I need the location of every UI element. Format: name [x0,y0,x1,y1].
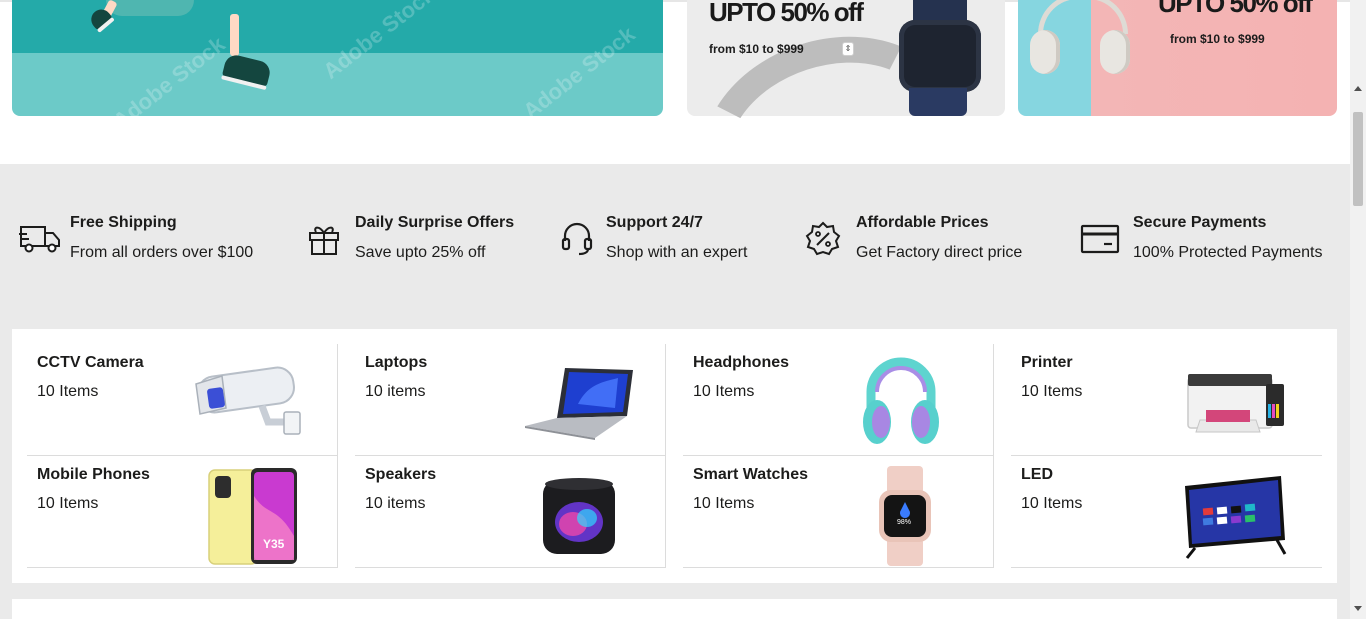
smartwatch-image [899,20,981,92]
svg-text:98%: 98% [897,519,911,526]
feature-title: Daily Surprise Offers [355,214,515,231]
category-count: 10 Items [1021,383,1083,400]
speaker-image [543,478,615,554]
feature-title: Support 24/7 [606,214,703,231]
feature-secure-payments: Secure Payments 100% Protected Payments [1070,164,1350,261]
category-count: 10 Items [693,495,755,512]
category-card-headphones[interactable]: Headphones 10 Items [683,344,994,456]
scroll-down-arrow-icon[interactable] [1354,606,1362,611]
watch-promo-title: UPTO 50% off [709,0,864,27]
category-count: 10 items [365,383,426,400]
category-grid: CCTV Camera 10 Items Laptops 10 items He… [12,329,1337,583]
truck-icon [19,226,60,253]
feature-title: Affordable Prices [856,214,989,231]
printer-image [1187,374,1284,433]
category-card-smart-watches[interactable]: Smart Watches 10 Items 98% [683,456,994,568]
scrollbar-thumb[interactable] [1353,112,1363,206]
category-count: 10 items [365,495,426,512]
feature-subtitle: Save upto 25% off [355,244,486,261]
watermark: Adobe Stock [108,31,230,116]
hero-banner[interactable]: Adobe Stock Adobe Stock Adobe Stock [12,0,663,116]
next-section-card [12,599,1337,619]
smart-watch-image: 98% [879,466,931,566]
headphone-cup [1100,30,1130,74]
category-name[interactable]: Laptops [365,354,427,372]
watch-strap [909,88,967,116]
headphones-promo-subtitle: from $10 to $999 [1170,32,1265,46]
sort-arrows-icon[interactable]: ⇕ [842,42,854,56]
model-shoe [221,52,273,88]
feature-free-shipping: Free Shipping From all orders over $100 [0,164,290,261]
model-skirt [106,0,194,16]
watermark: Adobe Stock [318,0,440,84]
category-card-laptops[interactable]: Laptops 10 items [355,344,666,456]
category-name[interactable]: Headphones [693,354,789,372]
model-leg [230,14,239,56]
gift-icon [309,226,339,255]
mobile-phone-image: Y35 [208,468,297,565]
watermark: Adobe Stock [518,21,640,116]
category-name[interactable]: Mobile Phones [37,466,150,484]
headset-icon [561,222,593,256]
category-card-printer[interactable]: Printer 10 Items [1011,344,1322,456]
discount-badge-icon [805,221,841,256]
credit-card-icon [1080,224,1120,254]
led-tv-image [1185,476,1287,559]
category-name[interactable]: Speakers [365,466,436,484]
category-count: 10 Items [37,383,99,400]
category-card-led[interactable]: LED 10 Items [1011,456,1322,568]
feature-affordable: Affordable Prices Get Factory direct pri… [800,164,1070,261]
category-card-cctv[interactable]: CCTV Camera 10 Items [27,344,338,456]
category-card-speakers[interactable]: Speakers 10 items [355,456,666,568]
feature-support: Support 24/7 Shop with an expert [550,164,800,261]
feature-subtitle: From all orders over $100 [70,244,254,261]
cctv-camera-image [195,366,301,435]
category-card-mobile-phones[interactable]: Mobile Phones 10 Items Y35 [27,456,338,568]
feature-title: Secure Payments [1133,214,1267,231]
page-scrollbar[interactable] [1350,0,1366,619]
category-count: 10 Items [1021,495,1083,512]
scroll-up-arrow-icon[interactable] [1354,86,1362,91]
watch-promo-subtitle: from $10 to $999 [709,42,804,56]
feature-subtitle: 100% Protected Payments [1133,244,1323,261]
headphone-cup [1030,30,1060,74]
category-name[interactable]: LED [1021,466,1053,484]
category-name[interactable]: CCTV Camera [37,354,144,372]
feature-subtitle: Shop with an expert [606,244,748,261]
headphones-image [863,357,939,444]
category-count: 10 Items [693,383,755,400]
category-name[interactable]: Printer [1021,354,1073,372]
svg-text:Y35: Y35 [263,537,285,551]
category-count: 10 Items [37,495,99,512]
feature-daily-offers: Daily Surprise Offers Save upto 25% off [290,164,550,261]
laptop-image [525,368,633,440]
headphone-band [1038,0,1128,34]
category-name[interactable]: Smart Watches [693,466,808,484]
headphones-promo-title: UPTO 50% off [1158,0,1313,18]
feature-title: Free Shipping [70,214,177,231]
feature-subtitle: Get Factory direct price [856,244,1023,261]
